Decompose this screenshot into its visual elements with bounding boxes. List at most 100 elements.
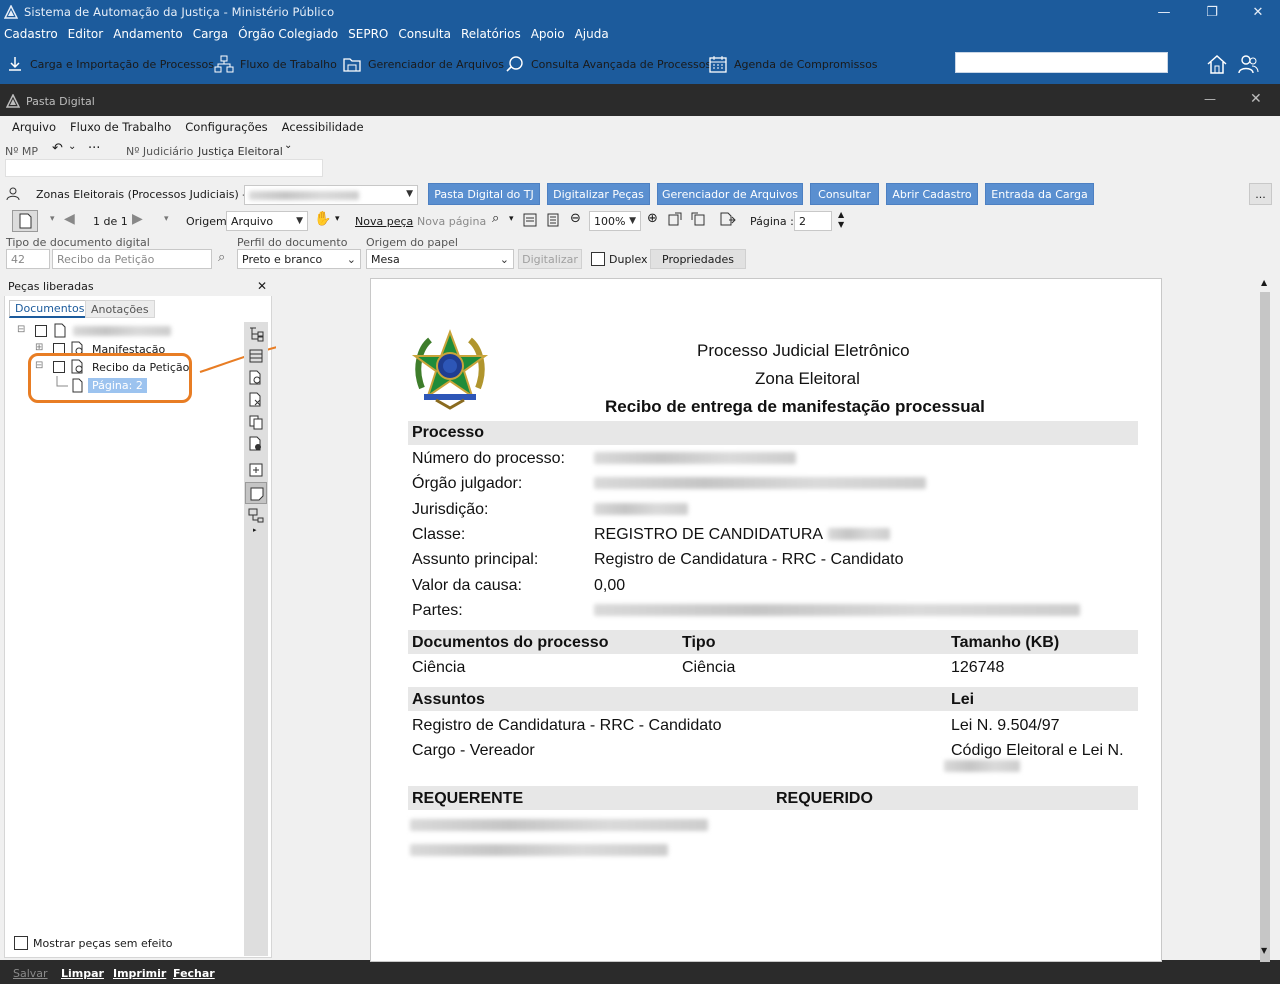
propriedades-button[interactable]: Propriedades [650,249,746,269]
view-dropdown-icon[interactable]: ▾ [50,214,55,224]
copy-document-icon[interactable] [248,414,264,430]
pasta-menu-fluxo[interactable]: Fluxo de Trabalho [70,120,171,134]
add-page-icon[interactable] [248,462,264,478]
prev-page-icon[interactable]: ◀ [64,211,75,227]
process-number-field[interactable] [5,159,323,177]
close-app-button[interactable]: ✕ [1238,0,1278,24]
users-button[interactable] [1237,53,1259,75]
nova-peca-button[interactable]: Nova peça [355,215,413,228]
rotate-left-icon[interactable] [667,211,683,227]
zoom-search-icon[interactable]: ⌕ [492,211,499,226]
back-icon[interactable]: ↶ [52,141,63,156]
menu-orgao-colegiado[interactable]: Órgão Colegiado [238,27,338,41]
delete-document-icon[interactable] [248,392,264,408]
next-page-icon[interactable]: ▶ [132,211,143,227]
send-page-icon[interactable] [719,211,737,227]
home-button[interactable] [1206,53,1228,75]
folder-icon [343,58,361,72]
entrada-carga-button[interactable]: Entrada da Carga [985,183,1094,205]
fit-page-icon[interactable] [546,213,560,227]
minimize-icon: — [1157,4,1171,20]
perfil-select[interactable]: Preto e branco ⌄ [237,249,361,269]
pasta-minimize-button[interactable]: — [1204,92,1216,106]
tipo-search-icon[interactable]: ⌕ [218,250,225,265]
rotate-right-icon[interactable] [690,211,706,227]
tree-view-icon[interactable] [248,326,264,342]
limpar-button[interactable]: Limpar [61,967,104,980]
menu-andamento[interactable]: Andamento [113,27,183,41]
gerenciador-arquivos-toolbar-button[interactable]: Gerenciador de Arquivos [342,52,504,76]
mostrar-checkbox[interactable] [14,936,28,950]
panel-close-icon[interactable]: ✕ [257,279,267,293]
zoom-select[interactable]: 100% ▼ [589,211,641,231]
carga-importacao-button[interactable]: Carga e Importação de Processos [6,52,214,76]
hand-tool-icon[interactable]: ✋ [314,211,331,227]
scroll-up-icon[interactable]: ▲ [1261,278,1267,287]
stamp-document-icon[interactable] [248,436,264,452]
row-jurisdicao-label: Jurisdição: [412,501,489,518]
tree-collapse-icon[interactable]: ⊟ [17,324,25,335]
tree-expand-icon[interactable]: ⊞ [35,342,43,353]
pagina-input[interactable]: 2 [794,211,832,231]
chevron-down-icon[interactable]: ⌄ [68,141,76,152]
njud-chevron-icon[interactable]: ⌄ [284,140,292,151]
digitalizar-pecas-button[interactable]: Digitalizar Peças [547,183,650,205]
menu-ajuda[interactable]: Ajuda [575,27,609,41]
scroll-down-icon[interactable]: ▼ [1261,946,1267,955]
fit-width-icon[interactable] [523,213,537,227]
pasta-menu-configuracoes[interactable]: Configurações [185,120,267,134]
note-tool-button[interactable] [245,482,267,504]
abrir-cadastro-button[interactable]: Abrir Cadastro [886,183,978,205]
fluxo-trabalho-button[interactable]: Fluxo de Trabalho [214,52,337,76]
fechar-button[interactable]: Fechar [173,967,215,980]
tipo-code-field[interactable]: 42 [6,249,50,269]
menu-editor[interactable]: Editor [68,27,104,41]
scrollbar-thumb[interactable] [1260,292,1270,964]
more-options-button[interactable]: ... [1249,183,1272,205]
menu-carga[interactable]: Carga [193,27,228,41]
pasta-menu-arquivo[interactable]: Arquivo [12,120,56,134]
menu-consulta[interactable]: Consulta [398,27,451,41]
minimize-button[interactable]: — [1144,0,1184,24]
digitalizar-button[interactable]: Digitalizar [518,249,582,269]
pasta-close-button[interactable]: ✕ [1250,91,1262,107]
tree-root-checkbox[interactable] [35,325,47,337]
duplex-checkbox[interactable] [591,252,605,266]
agenda-compromissos-button[interactable]: Agenda de Compromissos [708,52,878,76]
hierarchy-icon[interactable] [248,508,264,524]
list-view-icon[interactable] [248,348,264,364]
more-tools-arrow-icon[interactable]: ▸ [253,526,257,534]
gerenciador-arquivos-button[interactable]: Gerenciador de Arquivos [657,183,803,205]
hand-dropdown-icon[interactable]: ▾ [335,214,340,224]
origem-papel-select[interactable]: Mesa ⌄ [366,249,514,269]
page-spinner-icon[interactable]: ▲ ▼ [838,210,844,230]
row-numero-label: Número do processo: [412,450,565,467]
zoom-out-icon[interactable]: ⊖ [570,211,581,226]
menu-sepro[interactable]: SEPRO [348,27,388,41]
global-search-input[interactable] [955,52,1168,73]
more-icon[interactable]: ··· [88,141,100,156]
zoom-dropdown-icon[interactable]: ▾ [509,214,514,224]
menu-apoio[interactable]: Apoio [531,27,565,41]
pasta-digital-tj-button[interactable]: Pasta Digital do TJ [428,183,540,205]
page-view-button[interactable] [12,210,38,232]
tipo-value-field[interactable]: Recibo da Petição [52,249,212,269]
pasta-titlebar: Pasta Digital [0,86,1280,116]
salvar-button[interactable]: Salvar [13,967,48,980]
zoom-in-icon[interactable]: ⊕ [647,211,658,226]
consultar-button[interactable]: Consultar [810,183,879,205]
tab-documentos[interactable]: Documentos [9,300,91,318]
nav-dropdown-icon[interactable]: ▾ [164,214,169,224]
menu-cadastro[interactable]: Cadastro [4,27,58,41]
consulta-avancada-button[interactable]: Consulta Avançada de Processos [505,52,711,76]
pasta-menu-acessibilidade[interactable]: Acessibilidade [282,120,364,134]
menu-relatorios[interactable]: Relatórios [461,27,521,41]
restore-button[interactable]: ❐ [1192,0,1232,24]
vertical-scrollbar[interactable]: ▲ ▼ [1258,276,1272,964]
tab-anotacoes[interactable]: Anotações [85,300,155,318]
imprimir-button[interactable]: Imprimir [113,967,166,980]
search-document-icon[interactable] [248,370,264,386]
fila-select[interactable]: ▼ [244,185,418,205]
origem-select[interactable]: Arquivo ▼ [226,211,308,231]
nova-pagina-button[interactable]: Nova página [417,215,486,228]
